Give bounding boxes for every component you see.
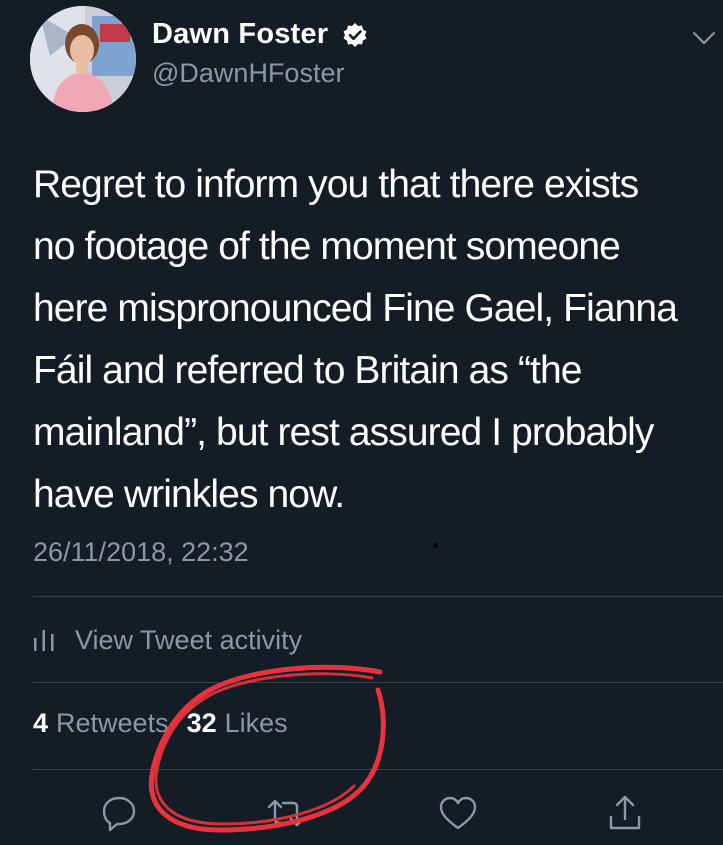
view-tweet-activity-label: View Tweet activity — [75, 624, 303, 655]
share-icon — [609, 795, 641, 830]
bar-chart-icon — [34, 630, 54, 651]
share-button[interactable] — [605, 793, 645, 833]
divider — [33, 769, 723, 770]
retweet-button[interactable] — [266, 793, 306, 833]
stray-dot — [433, 543, 438, 548]
tweet-text: Regret to inform you that there exists n… — [33, 163, 678, 516]
display-name[interactable]: Dawn Foster — [152, 18, 328, 51]
view-tweet-activity-link[interactable]: View Tweet activity — [33, 620, 302, 660]
tweet-stats: 4 Retweets 32 Likes — [33, 708, 288, 739]
reply-icon — [102, 796, 136, 832]
divider — [33, 596, 723, 597]
likes-count-link[interactable]: 32 Likes — [187, 708, 288, 739]
chevron-down-icon[interactable] — [692, 30, 716, 46]
retweets-label: Retweets — [56, 708, 169, 738]
tweet-detail: Dawn Foster @DawnHFoster Regret to infor… — [0, 0, 723, 845]
likes-count: 32 — [186, 708, 217, 738]
avatar-photo — [30, 6, 136, 112]
reply-button[interactable] — [99, 793, 139, 833]
retweets-count: 4 — [33, 708, 49, 738]
like-icon — [439, 796, 477, 830]
likes-label: Likes — [224, 708, 288, 738]
like-button[interactable] — [438, 793, 478, 833]
verified-badge-icon — [343, 23, 367, 47]
divider — [33, 682, 723, 683]
retweets-count-link[interactable]: 4 Retweets — [33, 708, 169, 739]
tweet-timestamp: 26/11/2018, 22:32 — [33, 537, 249, 567]
avatar[interactable] — [30, 6, 136, 112]
user-handle[interactable]: @DawnHFoster — [152, 58, 344, 89]
retweet-icon — [267, 799, 305, 827]
